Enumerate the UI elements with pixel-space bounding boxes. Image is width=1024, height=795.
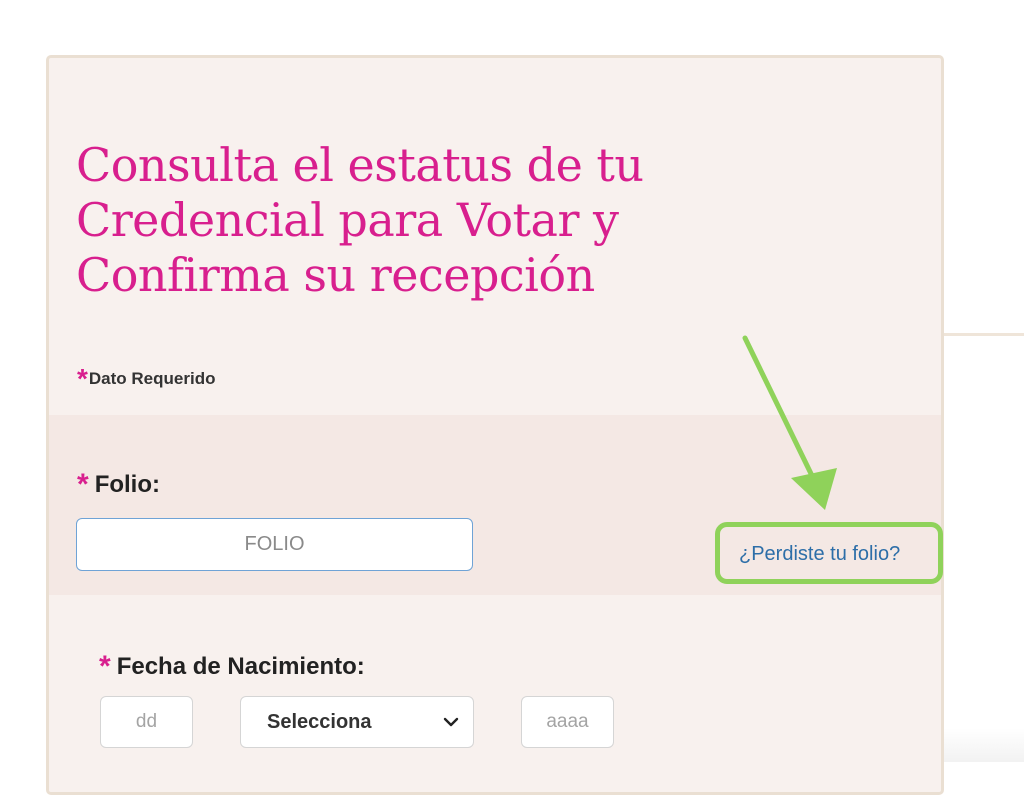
birth-day-input[interactable] <box>100 696 193 748</box>
required-note: *Dato Requerido <box>77 363 215 395</box>
title-line-1: Consulta el estatus de tu <box>76 138 644 192</box>
birth-date-label: * Fecha de Nacimiento: <box>99 650 365 684</box>
required-note-text: Dato Requerido <box>88 369 216 388</box>
bottom-shade <box>944 728 1024 762</box>
lost-folio-link[interactable]: ¿Perdiste tu folio? <box>739 543 900 566</box>
arrow-annotation-icon <box>742 335 837 510</box>
side-divider-line <box>944 333 1024 336</box>
birth-month-value: Selecciona <box>267 710 372 733</box>
consulta-card: Consulta el estatus de tu Credencial par… <box>46 55 944 795</box>
folio-input[interactable] <box>76 518 473 571</box>
birth-month-select[interactable]: Selecciona <box>240 696 474 748</box>
birth-date-label-text: Fecha de Nacimiento: <box>116 653 365 680</box>
birth-year-input[interactable] <box>521 696 614 748</box>
folio-required-star: * <box>77 468 89 501</box>
folio-label: * Folio: <box>77 468 160 502</box>
required-star: * <box>77 363 88 394</box>
birth-date-required-star: * <box>99 650 111 683</box>
title-line-3: Confirma su recepción <box>76 248 595 302</box>
page-title: Consulta el estatus de tu Credencial par… <box>76 138 716 303</box>
chevron-down-icon <box>443 717 459 727</box>
folio-label-text: Folio: <box>94 471 160 498</box>
title-line-2: Credencial para Votar y <box>76 193 619 247</box>
